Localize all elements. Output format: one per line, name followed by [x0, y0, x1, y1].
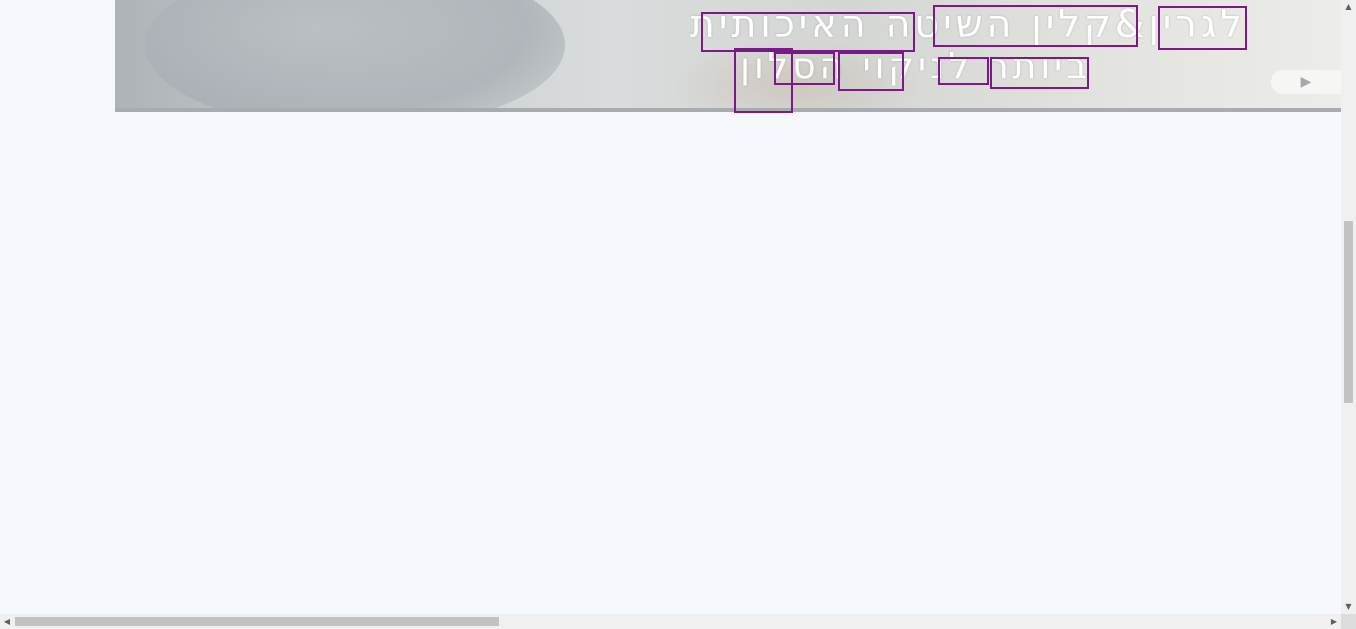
vertical-scroll-thumb[interactable]	[1344, 221, 1353, 403]
banner-background-shape	[145, 0, 565, 108]
word-highlight-box	[990, 57, 1089, 89]
horizontal-scroll-thumb[interactable]	[15, 617, 499, 626]
word-highlight-box	[1158, 6, 1247, 50]
banner-bottom-border	[115, 108, 1341, 112]
word-highlight-box	[838, 52, 904, 91]
word-highlight-box	[734, 48, 793, 113]
banner-play-button[interactable]: ▶	[1271, 70, 1341, 94]
word-highlight-box	[938, 57, 989, 85]
horizontal-scrollbar[interactable]: ◀ ▶	[0, 614, 1341, 629]
scroll-down-icon[interactable]: ▼	[1341, 600, 1356, 614]
word-highlight-box	[701, 12, 915, 52]
scroll-up-icon[interactable]: ▲	[1341, 0, 1356, 14]
scroll-right-icon[interactable]: ▶	[1327, 614, 1341, 629]
vertical-scrollbar[interactable]: ▲ ▼	[1341, 0, 1356, 614]
scroll-left-icon[interactable]: ◀	[0, 614, 14, 629]
word-highlight-box	[933, 5, 1138, 47]
scrollbar-corner	[1341, 614, 1356, 629]
play-icon: ▶	[1300, 74, 1312, 90]
